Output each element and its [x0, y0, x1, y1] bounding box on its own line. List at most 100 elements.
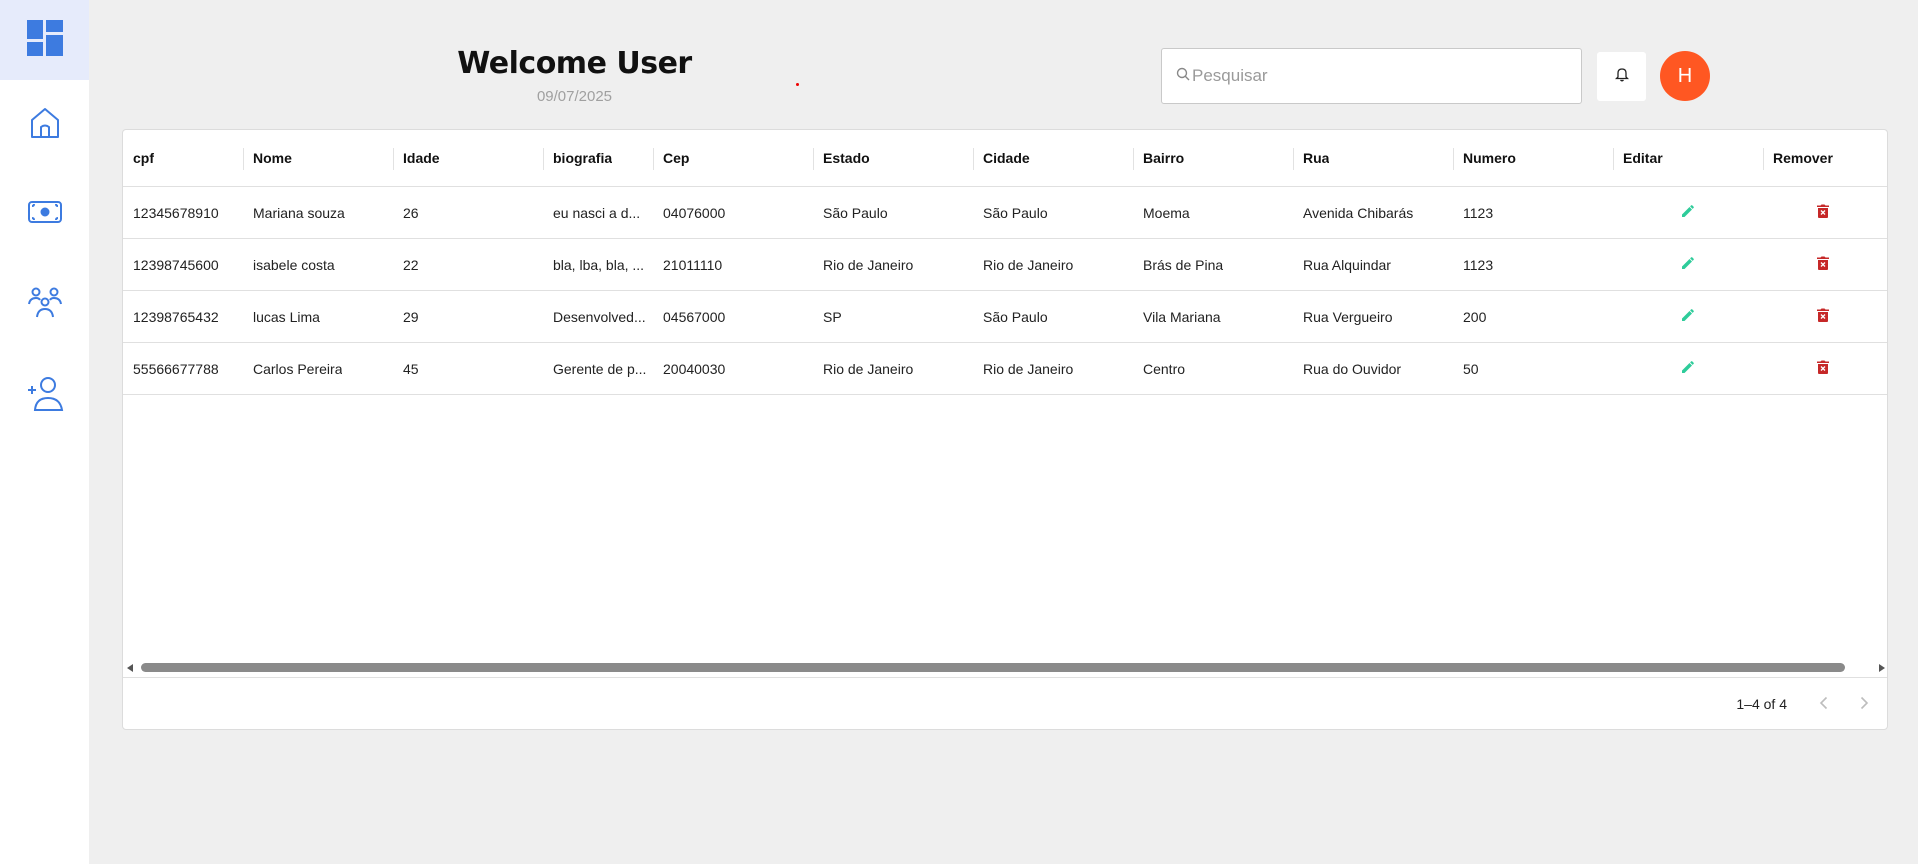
cell-biografia: eu nasci a d... [553, 204, 641, 221]
cell-estado: Rio de Janeiro [823, 256, 914, 273]
cell-cep: 04076000 [663, 204, 726, 221]
users-table: cpf Nome Idade biografia Cep Estado Cida… [122, 129, 1888, 730]
cell-estado: SP [823, 308, 842, 325]
scroll-right-arrow-icon[interactable] [1879, 664, 1885, 672]
cell-nome: Mariana souza [253, 204, 345, 221]
cell-cidade: São Paulo [983, 204, 1048, 221]
sidebar-item-home[interactable] [0, 95, 89, 155]
cell-rua: Rua Alquindar [1303, 256, 1391, 273]
previous-page-button[interactable] [1809, 690, 1839, 720]
column-header-nome[interactable]: Nome [243, 130, 393, 186]
delete-button[interactable] [1763, 187, 1883, 238]
next-page-button[interactable] [1849, 690, 1879, 720]
sidebar-item-add-user[interactable] [0, 365, 89, 425]
pagination-label: 1–4 of 4 [1736, 696, 1787, 712]
cell-cpf: 12345678910 [133, 204, 219, 221]
column-header-cpf[interactable]: cpf [123, 130, 243, 186]
horizontal-scrollbar[interactable] [123, 660, 1887, 676]
dashboard-logo-button[interactable] [0, 0, 89, 80]
avatar-initial: H [1677, 64, 1693, 87]
cell-nome: Carlos Pereira [253, 360, 343, 377]
cell-estado: Rio de Janeiro [823, 360, 914, 377]
chevron-left-icon [1819, 696, 1829, 715]
delete-button[interactable] [1763, 239, 1883, 290]
money-icon [27, 199, 63, 230]
column-header-cep[interactable]: Cep [653, 130, 813, 186]
cell-cpf: 12398745600 [133, 256, 219, 273]
cell-cidade: Rio de Janeiro [983, 360, 1074, 377]
column-header-rua[interactable]: Rua [1293, 130, 1453, 186]
scroll-left-arrow-icon[interactable] [127, 664, 133, 672]
cell-numero: 50 [1463, 360, 1479, 377]
trash-icon [1816, 307, 1830, 326]
table-header: cpf Nome Idade biografia Cep Estado Cida… [123, 130, 1887, 187]
cell-numero: 1123 [1463, 256, 1494, 273]
pencil-icon [1680, 203, 1696, 222]
dashboard-icon [26, 19, 63, 61]
pencil-icon [1680, 255, 1696, 274]
column-header-biografia[interactable]: biografia [543, 130, 653, 186]
search-box[interactable] [1161, 48, 1582, 104]
table-row[interactable]: 55566677788 Carlos Pereira 45 Gerente de… [123, 343, 1887, 395]
trash-icon [1816, 203, 1830, 222]
chevron-right-icon [1859, 696, 1869, 715]
table-footer: 1–4 of 4 [123, 677, 1887, 729]
cell-cep: 21011110 [663, 256, 723, 273]
edit-button[interactable] [1613, 239, 1763, 290]
sidebar [0, 0, 89, 864]
column-header-editar[interactable]: Editar [1613, 130, 1763, 186]
cell-bairro: Vila Mariana [1143, 308, 1221, 325]
cell-idade: 29 [403, 308, 419, 325]
cell-nome: isabele costa [253, 256, 335, 273]
scrollbar-thumb[interactable] [141, 663, 1845, 672]
cell-cidade: Rio de Janeiro [983, 256, 1074, 273]
cell-estado: São Paulo [823, 204, 888, 221]
sidebar-item-users[interactable] [0, 274, 89, 334]
cell-rua: Rua Vergueiro [1303, 308, 1393, 325]
search-input[interactable] [1192, 66, 1572, 86]
home-icon [29, 106, 61, 145]
users-group-icon [27, 284, 63, 325]
cell-rua: Avenida Chibarás [1303, 204, 1414, 221]
pencil-icon [1680, 307, 1696, 326]
table-row[interactable]: 12398765432 lucas Lima 29 Desenvolved...… [123, 291, 1887, 343]
cell-cep: 20040030 [663, 360, 726, 377]
delete-button[interactable] [1763, 343, 1883, 394]
column-header-bairro[interactable]: Bairro [1133, 130, 1293, 186]
sidebar-item-finance[interactable] [0, 184, 89, 244]
notifications-button[interactable] [1597, 52, 1646, 101]
trash-icon [1816, 255, 1830, 274]
column-header-remover[interactable]: Remover [1763, 130, 1883, 186]
cell-rua: Rua do Ouvidor [1303, 360, 1402, 377]
pencil-icon [1680, 359, 1696, 378]
edit-button[interactable] [1613, 291, 1763, 342]
cell-cep: 04567000 [663, 308, 726, 325]
trash-icon [1816, 359, 1830, 378]
cell-cpf: 55566677788 [133, 360, 219, 377]
cell-bairro: Brás de Pina [1143, 256, 1224, 273]
column-header-numero[interactable]: Numero [1453, 130, 1613, 186]
column-header-idade[interactable]: Idade [393, 130, 543, 186]
cell-cpf: 12398765432 [133, 308, 219, 325]
column-header-cidade[interactable]: Cidade [973, 130, 1133, 186]
cell-idade: 45 [403, 360, 419, 377]
cell-biografia: Gerente de p... [553, 360, 647, 377]
cell-nome: lucas Lima [253, 308, 320, 325]
cell-biografia: bla, lba, bla, ... [553, 256, 645, 273]
column-header-estado[interactable]: Estado [813, 130, 973, 186]
delete-button[interactable] [1763, 291, 1883, 342]
cell-biografia: Desenvolved... [553, 308, 646, 325]
edit-button[interactable] [1613, 343, 1763, 394]
bell-icon [1614, 66, 1629, 87]
avatar[interactable]: H [1660, 51, 1710, 101]
table-row[interactable]: 12398745600 isabele costa 22 bla, lba, b… [123, 239, 1887, 291]
page-title: Welcome User [457, 46, 692, 81]
cell-idade: 26 [403, 204, 419, 221]
current-date: 09/07/2025 [536, 88, 613, 105]
table-row[interactable]: 12345678910 Mariana souza 26 eu nasci a … [123, 187, 1887, 239]
indicator-dot [796, 83, 799, 86]
edit-button[interactable] [1613, 187, 1763, 238]
cell-numero: 1123 [1463, 204, 1494, 221]
cell-idade: 22 [403, 256, 419, 273]
search-icon [1176, 67, 1190, 86]
